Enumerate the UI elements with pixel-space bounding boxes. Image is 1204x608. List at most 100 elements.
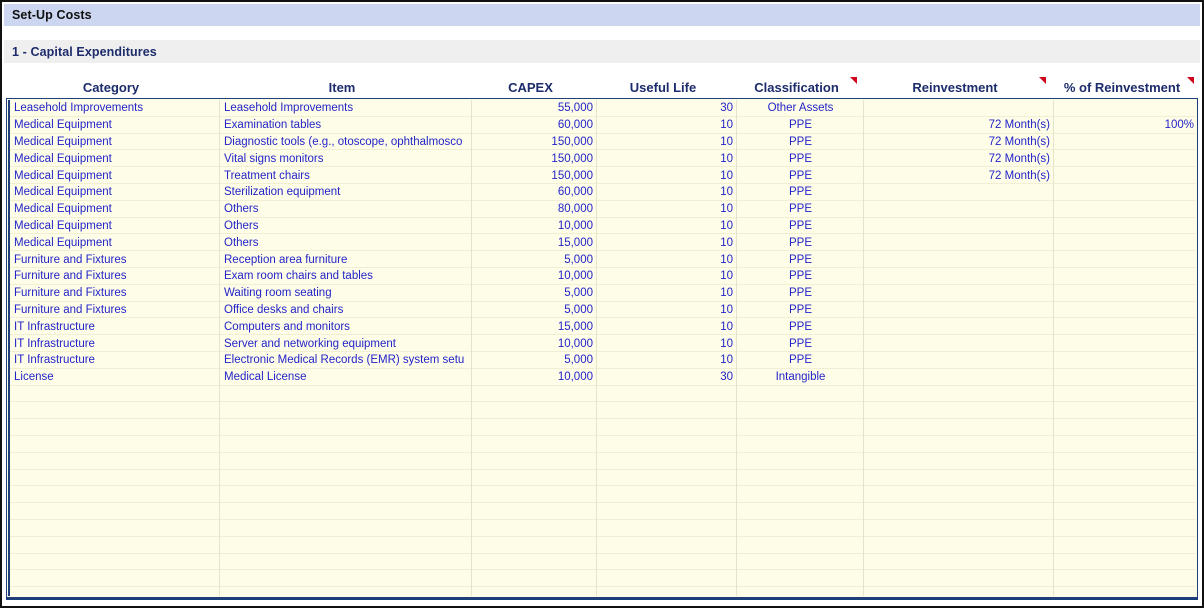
cell-capex[interactable]: [472, 520, 597, 537]
cell-category[interactable]: [10, 470, 220, 487]
cell-category[interactable]: [10, 419, 220, 436]
cell-pct_reinvestment[interactable]: [1054, 453, 1196, 470]
cell-reinvestment[interactable]: [864, 218, 1054, 235]
cell-reinvestment[interactable]: [864, 419, 1054, 436]
cell-useful_life[interactable]: 10: [597, 167, 737, 184]
column-header-item[interactable]: Item: [216, 76, 468, 98]
cell-item[interactable]: [220, 419, 472, 436]
cell-reinvestment[interactable]: [864, 302, 1054, 319]
cell-useful_life[interactable]: 30: [597, 369, 737, 386]
cell-category[interactable]: [10, 436, 220, 453]
cell-pct_reinvestment[interactable]: [1054, 218, 1196, 235]
cell-capex[interactable]: [472, 486, 597, 503]
cell-category[interactable]: [10, 453, 220, 470]
cell-useful_life[interactable]: 10: [597, 184, 737, 201]
cell-category[interactable]: Furniture and Fixtures: [10, 302, 220, 319]
cell-reinvestment[interactable]: [864, 470, 1054, 487]
cell-pct_reinvestment[interactable]: [1054, 251, 1196, 268]
cell-useful_life[interactable]: [597, 587, 737, 596]
table-row[interactable]: IT Infrastructure Computers and monitors 1…: [10, 318, 1196, 336]
cell-item[interactable]: Office desks and chairs: [220, 302, 472, 319]
cell-useful_life[interactable]: 10: [597, 218, 737, 235]
comment-marker-icon[interactable]: [850, 77, 857, 84]
cell-pct_reinvestment[interactable]: [1054, 285, 1196, 302]
cell-classification[interactable]: [737, 554, 864, 571]
cell-pct_reinvestment[interactable]: 100%: [1054, 117, 1196, 134]
table-row-empty[interactable]: [10, 486, 1196, 504]
cell-useful_life[interactable]: [597, 402, 737, 419]
cell-category[interactable]: IT Infrastructure: [10, 335, 220, 352]
cell-capex[interactable]: 5,000: [472, 352, 597, 369]
cell-useful_life[interactable]: [597, 453, 737, 470]
cell-item[interactable]: [220, 503, 472, 520]
table-row[interactable]: IT Infrastructure Server and networking e…: [10, 335, 1196, 352]
comment-marker-icon[interactable]: [1039, 77, 1046, 84]
cell-reinvestment[interactable]: [864, 554, 1054, 571]
cell-pct_reinvestment[interactable]: [1054, 419, 1196, 436]
cell-classification[interactable]: PPE: [737, 234, 864, 251]
cell-capex[interactable]: 15,000: [472, 318, 597, 335]
cell-classification[interactable]: PPE: [737, 302, 864, 319]
cell-useful_life[interactable]: 10: [597, 251, 737, 268]
cell-capex[interactable]: [472, 470, 597, 487]
cell-capex[interactable]: [472, 554, 597, 571]
table-row-empty[interactable]: [10, 470, 1196, 487]
cell-item[interactable]: Exam room chairs and tables: [220, 268, 472, 285]
cell-useful_life[interactable]: 10: [597, 234, 737, 251]
cell-classification[interactable]: [737, 537, 864, 554]
cell-useful_life[interactable]: 10: [597, 335, 737, 352]
cell-pct_reinvestment[interactable]: [1054, 570, 1196, 587]
cell-category[interactable]: [10, 486, 220, 503]
cell-pct_reinvestment[interactable]: [1054, 234, 1196, 251]
column-header-classification[interactable]: Classification: [733, 76, 860, 98]
cell-capex[interactable]: 150,000: [472, 150, 597, 167]
cell-classification[interactable]: PPE: [737, 184, 864, 201]
cell-classification[interactable]: PPE: [737, 201, 864, 218]
cell-useful_life[interactable]: 10: [597, 285, 737, 302]
table-row[interactable]: Medical Equipment Treatment chairs 150,000…: [10, 167, 1196, 184]
cell-pct_reinvestment[interactable]: [1054, 587, 1196, 596]
cell-item[interactable]: Computers and monitors: [220, 318, 472, 335]
cell-useful_life[interactable]: [597, 503, 737, 520]
cell-reinvestment[interactable]: [864, 386, 1054, 403]
column-header-reinvestment[interactable]: Reinvestment: [860, 76, 1050, 98]
table-row[interactable]: Leasehold Improvements Leasehold Improvem…: [10, 100, 1196, 117]
cell-category[interactable]: Medical Equipment: [10, 184, 220, 201]
cell-item[interactable]: Sterilization equipment: [220, 184, 472, 201]
cell-classification[interactable]: [737, 503, 864, 520]
cell-category[interactable]: [10, 386, 220, 403]
table-row[interactable]: Medical Equipment Vital signs monitors 150…: [10, 150, 1196, 168]
cell-category[interactable]: [10, 570, 220, 587]
cell-useful_life[interactable]: 10: [597, 201, 737, 218]
cell-classification[interactable]: PPE: [737, 268, 864, 285]
cell-item[interactable]: Others: [220, 201, 472, 218]
cell-reinvestment[interactable]: [864, 268, 1054, 285]
cell-classification[interactable]: PPE: [737, 251, 864, 268]
cell-item[interactable]: Vital signs monitors: [220, 150, 472, 167]
cell-useful_life[interactable]: 30: [597, 100, 737, 117]
cell-reinvestment[interactable]: [864, 570, 1054, 587]
cell-item[interactable]: Diagnostic tools (e.g., otoscope, ophtha…: [220, 134, 472, 151]
cell-useful_life[interactable]: 10: [597, 352, 737, 369]
cell-item[interactable]: Others: [220, 218, 472, 235]
table-row[interactable]: Furniture and Fixtures Reception area fur…: [10, 251, 1196, 268]
cell-item[interactable]: Medical License: [220, 369, 472, 386]
table-row-empty[interactable]: [10, 587, 1196, 596]
table-row-empty[interactable]: [10, 419, 1196, 436]
cell-classification[interactable]: [737, 470, 864, 487]
cell-reinvestment[interactable]: [864, 335, 1054, 352]
cell-item[interactable]: Server and networking equipment: [220, 335, 472, 352]
table-row-empty[interactable]: [10, 453, 1196, 470]
cell-useful_life[interactable]: 10: [597, 268, 737, 285]
cell-item[interactable]: Examination tables: [220, 117, 472, 134]
cell-useful_life[interactable]: [597, 386, 737, 403]
cell-capex[interactable]: 10,000: [472, 369, 597, 386]
cell-pct_reinvestment[interactable]: [1054, 134, 1196, 151]
table-row-empty[interactable]: [10, 570, 1196, 588]
cell-pct_reinvestment[interactable]: [1054, 436, 1196, 453]
cell-item[interactable]: [220, 470, 472, 487]
cell-pct_reinvestment[interactable]: [1054, 302, 1196, 319]
cell-item[interactable]: [220, 436, 472, 453]
cell-useful_life[interactable]: [597, 570, 737, 587]
cell-classification[interactable]: PPE: [737, 150, 864, 167]
